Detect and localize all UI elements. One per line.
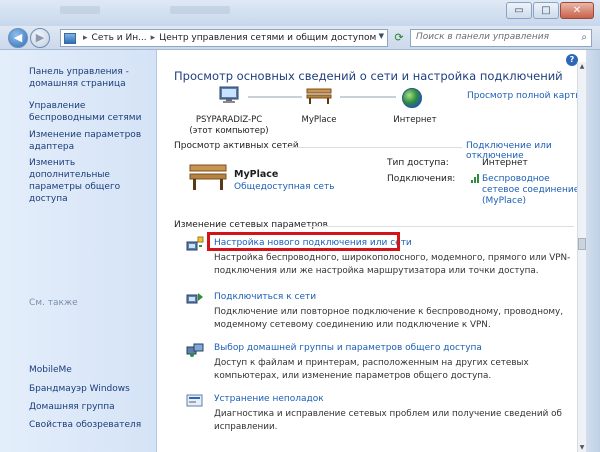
map-internet-label: Интернет bbox=[393, 115, 437, 125]
full-map-link[interactable]: Просмотр полной карты bbox=[467, 91, 582, 101]
access-type-value: Интернет bbox=[482, 158, 528, 168]
new-connection-icon bbox=[186, 236, 204, 251]
task-troubleshoot-desc: Диагностика и исправление сетевых пробле… bbox=[214, 409, 562, 432]
sidebar-item-sharing[interactable]: Изменить дополнительные параметры общего… bbox=[29, 157, 154, 205]
address-toolbar: ◀ ▶ ▸ Сеть и Ин... ▸ Центр управления се… bbox=[0, 26, 600, 50]
sidebar-item-adapter[interactable]: Изменение параметров адаптера bbox=[29, 129, 154, 153]
control-panel-icon bbox=[64, 32, 76, 44]
connection-link-line2[interactable]: сетевое соединение bbox=[482, 185, 579, 196]
scroll-thumb[interactable] bbox=[578, 238, 586, 250]
sidebar-item-firewall[interactable]: Брандмауэр Windows bbox=[29, 383, 154, 395]
search-icon[interactable]: ⌕ bbox=[581, 32, 587, 43]
forward-button[interactable]: ▶ bbox=[30, 28, 50, 48]
title-bar: ▭ □ ✕ bbox=[0, 0, 600, 26]
computer-note: (этот компьютер) bbox=[189, 126, 269, 136]
map-network-name: MyPlace bbox=[301, 115, 337, 125]
chevron-right-icon: ▸ bbox=[150, 33, 156, 43]
section-divider bbox=[308, 226, 574, 227]
breadcrumb-network-center[interactable]: Центр управления сетями и общим доступом bbox=[159, 33, 376, 43]
task-connect-link[interactable]: Подключиться к сети bbox=[214, 292, 316, 302]
window-controls: ▭ □ ✕ bbox=[506, 2, 594, 19]
chevron-right-icon: ▸ bbox=[83, 33, 88, 43]
map-connector bbox=[248, 96, 302, 98]
section-divider bbox=[286, 147, 462, 148]
task-troubleshoot-link[interactable]: Устранение неполадок bbox=[214, 394, 324, 404]
troubleshoot-icon bbox=[186, 394, 203, 407]
scroll-up-icon[interactable]: ▲ bbox=[578, 62, 586, 71]
task-connect-desc: Подключение или повторное подключение к … bbox=[214, 307, 564, 330]
active-network-name: MyPlace bbox=[234, 169, 279, 180]
scroll-down-icon[interactable]: ▼ bbox=[578, 443, 586, 452]
page-title: Просмотр основных сведений о сети и наст… bbox=[174, 69, 563, 83]
connect-network-icon bbox=[186, 293, 203, 304]
chevron-down-icon[interactable]: ▼ bbox=[379, 32, 384, 40]
connection-link-line3[interactable]: (MyPlace) bbox=[482, 196, 526, 207]
refresh-icon[interactable]: ⟳ bbox=[392, 31, 406, 45]
network-type-link[interactable]: Общедоступная сеть bbox=[234, 182, 335, 192]
search-input[interactable]: Поиск в панели управления ⌕ bbox=[410, 29, 592, 47]
task-homegroup-link[interactable]: Выбор домашней группы и параметров общег… bbox=[214, 343, 482, 353]
minimize-button[interactable]: ▭ bbox=[506, 2, 532, 19]
map-connector bbox=[340, 96, 396, 98]
task-new-connection-desc: Настройка беспроводного, широкополосного… bbox=[214, 253, 571, 276]
sidebar-item-homegroup[interactable]: Домашняя группа bbox=[29, 401, 154, 413]
sidebar-item-wireless[interactable]: Управление беспроводными сетями bbox=[29, 100, 154, 124]
sidebar-item-home[interactable]: Панель управления - домашняя страница bbox=[29, 66, 154, 90]
highlight-box bbox=[207, 232, 400, 251]
vertical-scrollbar[interactable]: ▲ ▼ bbox=[577, 62, 586, 452]
breadcrumb-network[interactable]: Сеть и Ин... bbox=[92, 33, 147, 43]
main-content bbox=[158, 50, 586, 452]
window-frame bbox=[586, 50, 600, 452]
task-homegroup-desc: Доступ к файлам и принтерам, расположенн… bbox=[214, 358, 529, 381]
title-ghost bbox=[170, 6, 230, 14]
connections-label: Подключения: bbox=[387, 174, 456, 184]
computer-name: PSYPARADIZ-PC bbox=[195, 115, 263, 125]
bench-icon bbox=[306, 88, 332, 104]
globe-icon bbox=[402, 88, 422, 108]
back-button[interactable]: ◀ bbox=[8, 28, 28, 48]
active-networks-title: Просмотр активных сетей bbox=[174, 141, 299, 151]
wifi-signal-icon bbox=[471, 174, 479, 183]
homegroup-icon bbox=[186, 343, 204, 357]
address-bar[interactable]: ▸ Сеть и Ин... ▸ Центр управления сетями… bbox=[60, 29, 388, 47]
close-button[interactable]: ✕ bbox=[560, 2, 594, 19]
see-also-heading: См. также bbox=[29, 298, 78, 308]
bench-icon bbox=[189, 164, 227, 190]
title-ghost bbox=[60, 6, 100, 14]
sidebar-item-mobileme[interactable]: MobileMe bbox=[29, 364, 154, 376]
computer-icon bbox=[219, 86, 239, 103]
maximize-button[interactable]: □ bbox=[533, 2, 559, 19]
sidebar-item-internet-options[interactable]: Свойства обозревателя bbox=[29, 419, 154, 431]
connection-link-line1[interactable]: Беспроводное bbox=[482, 174, 550, 185]
access-type-label: Тип доступа: bbox=[387, 158, 449, 168]
change-settings-title: Изменение сетевых параметров bbox=[174, 220, 328, 230]
search-placeholder: Поиск в панели управления bbox=[416, 32, 549, 42]
